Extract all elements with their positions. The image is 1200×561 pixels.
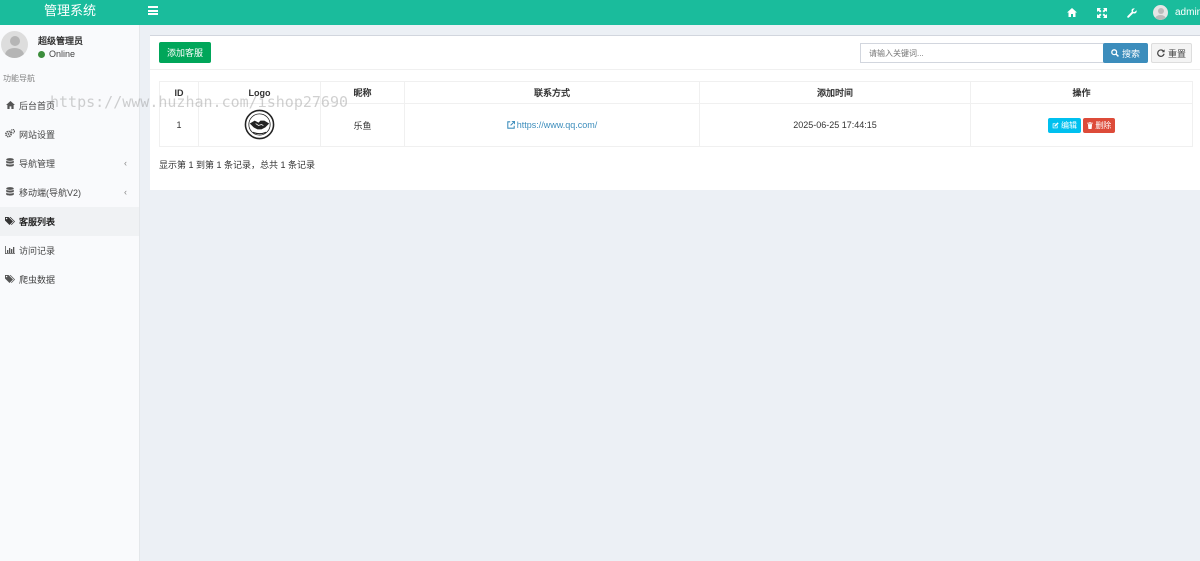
cell-added-time: 2025-06-25 17:44:15: [699, 103, 971, 147]
handshake-logo-icon: [244, 109, 275, 139]
external-link-icon: [507, 120, 515, 129]
home-icon[interactable]: [1057, 0, 1087, 25]
search-button-label: 搜索: [1121, 48, 1140, 59]
contact-link[interactable]: https://www.qq.com/: [507, 120, 598, 130]
home-icon: [5, 100, 15, 111]
username: admin: [1175, 7, 1200, 18]
refresh-icon: [1157, 49, 1165, 57]
watermark-text: https://www.huzhan.com/ishop27690: [50, 93, 349, 111]
edit-button[interactable]: 编辑: [1047, 117, 1081, 133]
trash-icon: [1087, 121, 1093, 129]
app-title[interactable]: 管理系统: [0, 0, 140, 25]
user-avatar: [1, 31, 28, 58]
edit-icon: [1052, 121, 1059, 128]
bar-chart-icon: [5, 245, 15, 256]
user-name: 超级管理员: [38, 36, 84, 46]
search-input[interactable]: [860, 43, 1104, 63]
sidebar-item-label: 爬虫数据: [19, 275, 56, 285]
wrench-icon[interactable]: [1117, 0, 1147, 25]
top-navbar: 管理系统 admin: [0, 0, 1200, 25]
sidebar-item-label: 移动端(导航V2): [19, 188, 82, 198]
database-icon: [5, 187, 15, 198]
expand-icon[interactable]: [1087, 0, 1117, 25]
top-icon-group: admin: [1057, 0, 1200, 25]
user-status: Online: [38, 49, 75, 59]
status-text: Online: [49, 49, 76, 59]
online-dot-icon: [38, 50, 45, 58]
database-icon: [5, 158, 15, 169]
sidebar-item-mobile-nav[interactable]: 移动端(导航V2) ‹: [0, 178, 139, 207]
content-box: 添加客服 搜索 重置 ID Logo 昵称 联系方式 添加时间 操作: [150, 35, 1200, 190]
user-menu[interactable]: admin: [1147, 0, 1200, 25]
pagination-info: 显示第 1 到第 1 条记录，总共 1 条记录: [159, 160, 316, 170]
tags-icon: [5, 216, 15, 227]
menu-toggle-icon[interactable]: [148, 6, 158, 15]
cell-actions: 编辑 删除: [970, 103, 1193, 147]
sidebar-item-visit-log[interactable]: 访问记录: [0, 236, 139, 265]
search-button[interactable]: 搜索: [1103, 43, 1148, 63]
tags-icon: [5, 274, 15, 285]
reset-button[interactable]: 重置: [1151, 43, 1192, 63]
service-table: ID Logo 昵称 联系方式 添加时间 操作 1 乐鱼 https://www…: [159, 81, 1193, 147]
column-header-actions: 操作: [970, 81, 1193, 104]
edit-button-label: 编辑: [1061, 120, 1077, 130]
contact-link-text: https://www.qq.com/: [516, 120, 598, 130]
chevron-left-icon: ‹: [124, 158, 127, 168]
column-header-added-time[interactable]: 添加时间: [699, 81, 971, 104]
sidebar-item-site-settings[interactable]: 网站设置: [0, 120, 139, 149]
sidebar-item-nav-management[interactable]: 导航管理 ‹: [0, 149, 139, 178]
user-panel: 超级管理员 Online: [0, 25, 139, 65]
nav-header: 功能导航: [3, 74, 35, 83]
gears-icon: [5, 128, 16, 140]
add-service-button[interactable]: 添加客服: [159, 42, 211, 63]
column-header-contact[interactable]: 联系方式: [404, 81, 700, 104]
sidebar-item-label: 导航管理: [19, 159, 56, 169]
toolbar: 添加客服 搜索 重置: [150, 36, 1200, 70]
sidebar-item-label: 网站设置: [19, 130, 56, 140]
delete-button[interactable]: 删除: [1083, 117, 1116, 133]
avatar: [1153, 5, 1168, 20]
nav-list: 后台首页 网站设置 导航管理 ‹ 移动端(导航V2) ‹ 客服列表 访问记录 爬…: [0, 91, 139, 294]
sidebar-item-label: 访问记录: [19, 246, 56, 256]
chevron-left-icon: ‹: [124, 187, 127, 197]
cell-contact: https://www.qq.com/: [404, 103, 700, 147]
sidebar-item-customer-service[interactable]: 客服列表: [0, 207, 139, 236]
search-icon: [1111, 49, 1119, 57]
reset-button-label: 重置: [1167, 48, 1186, 59]
sidebar-item-crawler-data[interactable]: 爬虫数据: [0, 265, 139, 294]
sidebar-item-label: 客服列表: [19, 217, 56, 227]
delete-button-label: 删除: [1095, 120, 1112, 130]
